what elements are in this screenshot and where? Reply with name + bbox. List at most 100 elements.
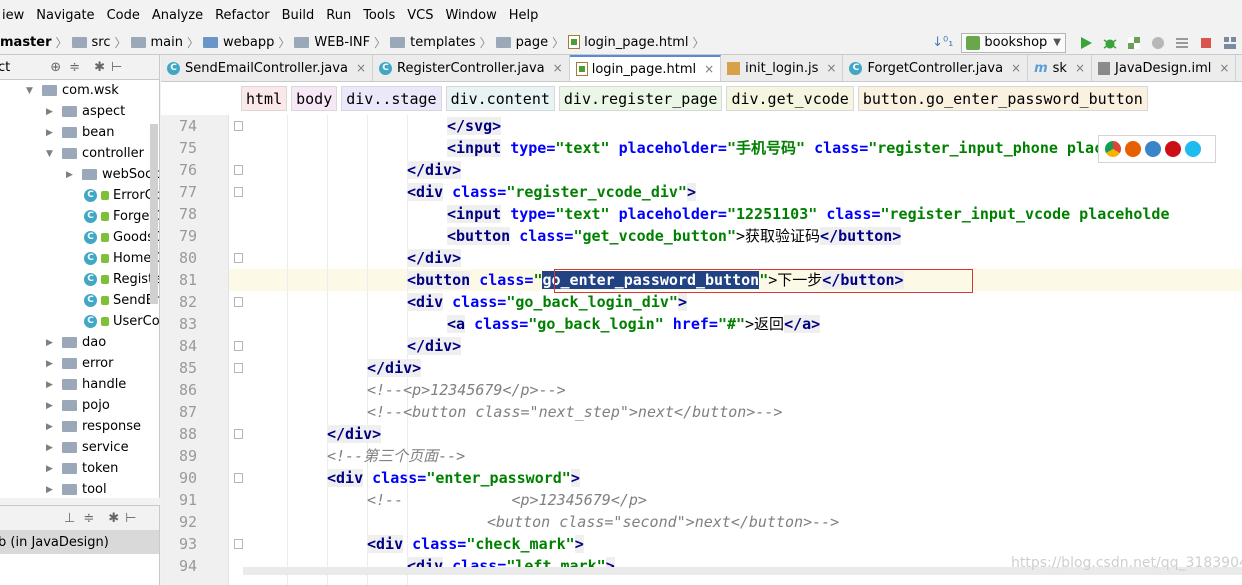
fold-marker-icon[interactable] — [234, 429, 243, 439]
project-structure-icon[interactable] — [1222, 35, 1238, 51]
tab-login-page[interactable]: login_page.html × — [569, 55, 722, 81]
menu-build[interactable]: Build — [276, 8, 321, 23]
collapsed-arrow-icon[interactable]: ▶ — [46, 443, 56, 453]
collapsed-arrow-icon[interactable]: ▶ — [46, 401, 56, 411]
close-icon[interactable]: × — [1075, 61, 1085, 75]
tab-sk[interactable]: m sk × — [1028, 55, 1093, 81]
collapsed-arrow-icon[interactable]: ▶ — [46, 464, 56, 474]
close-icon[interactable]: × — [553, 61, 563, 75]
fold-marker-icon[interactable] — [234, 187, 243, 197]
tree-node-pojo[interactable]: ▶ pojo — [46, 395, 110, 416]
opera-icon[interactable] — [1165, 141, 1181, 157]
run-icon[interactable] — [1078, 35, 1094, 51]
menu-navigate[interactable]: Navigate — [30, 8, 100, 23]
menu-help[interactable]: Help — [503, 8, 545, 23]
expanded-arrow-icon[interactable]: ▼ — [26, 86, 36, 96]
tree-node-class[interactable]: C ForgetC — [84, 206, 159, 227]
vcs-update-icon[interactable]: ↓⁰₁ — [932, 35, 953, 50]
chrome-icon[interactable] — [1105, 141, 1121, 157]
code-editor[interactable]: 74 75 76 77 78 79 80 81 82 83 84 85 86 8… — [161, 115, 1242, 585]
close-icon[interactable]: × — [356, 61, 366, 75]
menu-code[interactable]: Code — [101, 8, 146, 23]
close-icon[interactable]: × — [1011, 61, 1021, 75]
fold-marker-icon[interactable] — [234, 473, 243, 483]
tree-node-error[interactable]: ▶ error — [46, 353, 113, 374]
collapsed-arrow-icon[interactable]: ▶ — [46, 107, 56, 117]
tree-node-class[interactable]: C HomeC — [84, 248, 159, 269]
menu-tools[interactable]: Tools — [357, 8, 401, 23]
stop-icon[interactable] — [1198, 35, 1214, 51]
breadcrumb-item[interactable]: login_page.html 〉 — [568, 34, 708, 51]
locate-icon[interactable]: ⊕ — [50, 60, 61, 75]
fold-marker-icon[interactable] — [234, 539, 243, 549]
tag-path-content[interactable]: div.content — [445, 86, 555, 111]
menu-run[interactable]: Run — [320, 8, 357, 23]
expand-icon[interactable]: ⊥ — [64, 511, 75, 526]
breadcrumb-item[interactable]: templates 〉 — [390, 34, 495, 51]
collapse-all-icon[interactable]: ≑ — [83, 511, 94, 526]
fold-marker-icon[interactable] — [234, 363, 243, 373]
tag-path-get-vcode[interactable]: div.get_vcode — [726, 86, 854, 111]
breadcrumb-item[interactable]: src 〉 — [71, 34, 131, 51]
tree-node-tool[interactable]: ▶ tool — [46, 479, 107, 498]
tag-path-register-page[interactable]: div.register_page — [558, 86, 723, 111]
fold-marker-icon[interactable] — [234, 165, 243, 175]
safari-icon[interactable] — [1145, 141, 1161, 157]
tag-path-stage[interactable]: div..stage — [341, 86, 442, 111]
settings-gear-icon[interactable]: ✱ — [108, 511, 119, 526]
tree-node-websocket[interactable]: ▶webSocke — [66, 164, 159, 185]
collapsed-arrow-icon[interactable]: ▶ — [46, 380, 56, 390]
tab-javadesign-iml[interactable]: JavaDesign.iml × — [1092, 55, 1237, 81]
collapse-all-icon[interactable]: ≑ — [69, 60, 80, 75]
breadcrumb-item[interactable]: page 〉 — [495, 34, 568, 51]
tab-sendemailcontroller[interactable]: C SendEmailController.java × — [161, 55, 373, 81]
collapsed-arrow-icon[interactable]: ▶ — [46, 422, 56, 432]
settings-gear-icon[interactable]: ✱ — [94, 60, 105, 75]
tag-path-go-enter-password-button[interactable]: button.go_enter_password_button — [857, 86, 1148, 111]
tree-node-class[interactable]: C GoodsC — [84, 227, 159, 248]
tree-node-handle[interactable]: ▶ handle — [46, 374, 126, 395]
fold-marker-icon[interactable] — [234, 253, 243, 263]
ie-icon[interactable] — [1185, 141, 1201, 157]
tree-node-service[interactable]: ▶ service — [46, 437, 129, 458]
close-icon[interactable]: × — [826, 61, 836, 75]
menu-window[interactable]: Window — [439, 8, 502, 23]
collapsed-arrow-icon[interactable]: ▶ — [66, 170, 76, 180]
tag-path-html[interactable]: html — [241, 86, 288, 111]
breadcrumb-item[interactable]: webapp 〉 — [203, 34, 294, 51]
tab-registercontroller[interactable]: C RegisterController.java × — [373, 55, 570, 81]
debug-icon[interactable] — [1102, 35, 1118, 51]
tree-vertical-scrollbar[interactable] — [150, 124, 158, 304]
menu-analyze[interactable]: Analyze — [146, 8, 209, 23]
coverage-icon[interactable] — [1126, 35, 1142, 51]
hide-panel-icon[interactable]: ⊢ — [125, 511, 136, 526]
breadcrumb-item[interactable]: WEB-INF 〉 — [294, 34, 390, 51]
run-config-select[interactable]: bookshop ▼ — [961, 32, 1066, 53]
build-icon[interactable] — [1174, 35, 1190, 51]
close-icon[interactable]: × — [1219, 61, 1229, 75]
menu-view[interactable]: iew — [0, 8, 30, 23]
tree-node-bean[interactable]: ▶ bean — [46, 122, 114, 143]
firefox-icon[interactable] — [1125, 141, 1141, 157]
collapsed-arrow-icon[interactable]: ▶ — [46, 128, 56, 138]
tab-init-login[interactable]: init_login.js × — [721, 55, 844, 81]
menu-vcs[interactable]: VCS — [401, 8, 439, 23]
close-icon[interactable]: × — [704, 62, 714, 76]
tree-node-controller[interactable]: ▼ controller — [46, 143, 144, 164]
fold-marker-icon[interactable] — [234, 297, 243, 307]
tree-node-response[interactable]: ▶ response — [46, 416, 141, 437]
hide-panel-icon[interactable]: ⊢ — [111, 60, 122, 75]
tree-node-class[interactable]: C SendEn — [84, 290, 159, 311]
collapsed-arrow-icon[interactable]: ▶ — [46, 359, 56, 369]
fold-marker-icon[interactable] — [234, 121, 243, 131]
tree-node-class[interactable]: C Registe — [84, 269, 159, 290]
menu-refactor[interactable]: Refactor — [209, 8, 276, 23]
tree-node-class[interactable]: C UserCo — [84, 311, 159, 332]
tag-path-body[interactable]: body — [291, 86, 338, 111]
tree-node-class[interactable]: C ErrorCo — [84, 185, 159, 206]
breadcrumb-item[interactable]: master 〉 — [0, 34, 72, 51]
breadcrumb-item[interactable]: main 〉 — [130, 34, 204, 51]
profile-icon[interactable] — [1150, 35, 1166, 51]
fold-marker-icon[interactable] — [234, 341, 243, 351]
tab-forgetcontroller[interactable]: C ForgetController.java × — [843, 55, 1029, 81]
